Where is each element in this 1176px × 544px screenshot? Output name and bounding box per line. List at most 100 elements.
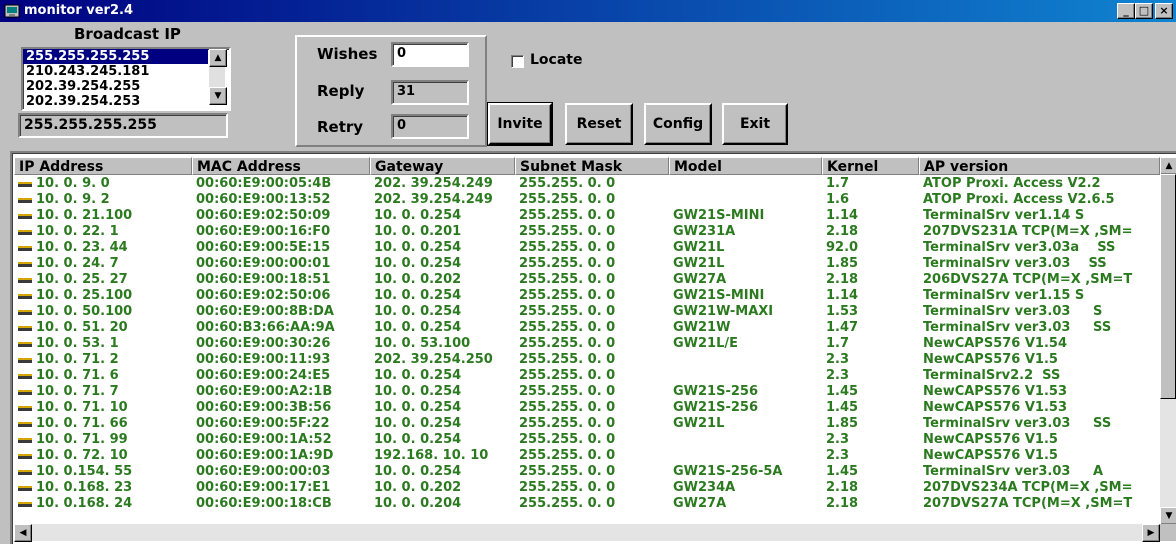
device-icon [18,262,32,267]
table-row[interactable]: 10. 0. 9. 0 00:60:E9:00:05:4B 202. 39.254.… [14,176,1160,192]
scroll-down-button[interactable]: ▼ [209,87,227,105]
invite-button[interactable]: Invite [487,102,553,146]
window-title: monitor ver2.4 [24,3,134,18]
table-row[interactable]: 10. 0. 53. 1 00:60:E9:00:30:26 10. 0. 53.1… [14,336,1160,352]
mac-address-cell: 00:60:E9:00:24:E5 [196,368,331,383]
table-row[interactable]: 10. 0. 71. 7 00:60:E9:00:A2:1B 10. 0. 0.25… [14,384,1160,400]
ip-address-cell: 10. 0. 71. 6 [36,368,119,383]
table-row[interactable]: 10. 0. 71. 6 00:60:E9:00:24:E5 10. 0. 0.25… [14,368,1160,384]
mac-address-cell: 00:60:E9:00:16:F0 [196,224,331,239]
ap-version-cell: 207DVS234A TCP(M=X ,SM= [923,480,1133,495]
ap-version-cell: ATOP Proxi. Access V2.2 [923,176,1101,191]
broadcast-ip-list[interactable]: 255.255.255.255 210.243.245.181 202.39.254… [21,47,231,111]
subnet-mask-cell: 255.255. 0. 0 [519,432,616,447]
ap-version-cell: ATOP Proxi. Access V2.6.5 [923,192,1115,207]
subnet-mask-cell: 255.255. 0. 0 [519,336,616,351]
kernel-cell: 2.3 [826,448,850,463]
table-row[interactable]: 10. 0.154. 55 00:60:E9:00:00:03 10. 0. 0.2… [14,464,1160,480]
table-row[interactable]: 10. 0. 72. 10 00:60:E9:00:1A:9D 192.168. 1… [14,448,1160,464]
subnet-mask-cell: 255.255. 0. 0 [519,368,616,383]
list-scroll-up-button[interactable]: ▲ [1160,157,1176,175]
gateway-cell: 202. 39.254.250 [374,352,493,367]
locate-label[interactable]: Locate [530,52,582,68]
broadcast-list-scrollbar[interactable]: ▲ ▼ [209,49,227,105]
minimize-button[interactable]: _ [1117,3,1135,19]
table-row[interactable]: 10. 0. 22. 1 00:60:E9:00:16:F0 10. 0. 0.20… [14,224,1160,240]
list-scroll-right-button[interactable]: ▶ [1142,524,1160,542]
table-row[interactable]: 10. 0. 25.100 00:60:E9:02:50:06 10. 0. 0.2… [14,288,1160,304]
table-row[interactable]: 10. 0. 24. 7 00:60:E9:00:00:01 10. 0. 0.25… [14,256,1160,272]
ap-version-cell: TerminalSrv ver1.15 S [923,288,1085,303]
ap-version-cell: TerminalSrv ver3.03a SS [923,240,1116,255]
table-row[interactable]: 10. 0.168. 23 00:60:E9:00:17:E1 10. 0. 0.2… [14,480,1160,496]
broadcast-ip-item[interactable]: 210.243.245.181 [23,64,208,79]
list-scroll-down-button[interactable]: ▼ [1160,507,1176,525]
table-row[interactable]: 10. 0. 71. 10 00:60:E9:00:3B:56 10. 0. 0.2… [14,400,1160,416]
mac-address-cell: 00:60:E9:00:00:03 [196,464,331,479]
subnet-mask-cell: 255.255. 0. 0 [519,448,616,463]
ip-address-cell: 10. 0.168. 24 [36,496,133,511]
model-cell: GW27A [673,496,727,511]
column-header-model[interactable]: Model [669,157,822,175]
mac-address-cell: 00:60:E9:00:05:4B [196,176,332,191]
kernel-cell: 1.45 [826,464,859,479]
column-header-ap-version[interactable]: AP version [919,157,1160,175]
wishes-field[interactable]: 0 [391,42,469,67]
table-row[interactable]: 10. 0. 50.100 00:60:E9:00:8B:DA 10. 0. 0.2… [14,304,1160,320]
kernel-cell: 1.45 [826,400,859,415]
column-header-kernel[interactable]: Kernel [822,157,919,175]
locate-checkbox[interactable] [511,55,524,68]
title-bar[interactable]: monitor ver2.4 _ □ × [0,0,1176,22]
table-row[interactable]: 10. 0. 21.100 00:60:E9:02:50:09 10. 0. 0.2… [14,208,1160,224]
column-header-ip[interactable]: IP Address [14,157,192,175]
broadcast-ip-item[interactable]: 202.39.254.253 [23,94,208,109]
broadcast-ip-item[interactable]: 202.39.254.255 [23,79,208,94]
broadcast-ip-item[interactable]: 255.255.255.255 [23,49,208,64]
gateway-cell: 202. 39.254.249 [374,192,493,207]
column-header-mac[interactable]: MAC Address [192,157,370,175]
ip-address-cell: 10. 0. 71. 66 [36,416,128,431]
ap-version-cell: NewCAPS576 V1.54 [923,336,1067,351]
device-icon [18,214,32,219]
size-grip[interactable] [1160,524,1176,541]
list-scroll-thumb[interactable] [1160,174,1176,399]
ip-address-cell: 10. 0. 71. 2 [36,352,119,367]
scroll-up-button[interactable]: ▲ [209,49,227,67]
ip-address-cell: 10. 0. 25.100 [36,288,133,303]
gateway-cell: 10. 0. 0.254 [374,416,462,431]
table-row[interactable]: 10. 0. 23. 44 00:60:E9:00:5E:15 10. 0. 0.2… [14,240,1160,256]
model-cell [673,368,822,384]
table-row[interactable]: 10. 0. 71. 2 00:60:E9:00:11:93 202. 39.254… [14,352,1160,368]
mac-address-cell: 00:60:E9:00:00:01 [196,256,331,271]
mac-address-cell: 00:60:E9:00:1A:52 [196,432,332,447]
table-row[interactable]: 10. 0. 71. 66 00:60:E9:00:5F:22 10. 0. 0.2… [14,416,1160,432]
subnet-mask-cell: 255.255. 0. 0 [519,416,616,431]
subnet-mask-cell: 255.255. 0. 0 [519,176,616,191]
model-cell [673,352,822,368]
ap-version-cell: NewCAPS576 V1.5 [923,352,1058,367]
close-button[interactable]: × [1155,3,1173,19]
mac-address-cell: 00:60:E9:00:A2:1B [196,384,333,399]
ip-address-cell: 10. 0. 9. 2 [36,192,110,207]
subnet-mask-cell: 255.255. 0. 0 [519,464,616,479]
ap-version-cell: 207DVS27A TCP(M=X ,SM=T [923,496,1133,511]
device-icon [18,326,32,331]
table-row[interactable]: 10. 0.168. 24 00:60:E9:00:18:CB 10. 0. 0.2… [14,496,1160,512]
config-button[interactable]: Config [644,103,712,145]
kernel-cell: 1.45 [826,384,859,399]
table-row[interactable]: 10. 0. 25. 27 00:60:E9:00:18:51 10. 0. 0.2… [14,272,1160,288]
list-vertical-scrollbar[interactable]: ▲ ▼ [1160,157,1176,541]
list-scroll-left-button[interactable]: ◀ [14,524,32,542]
table-row[interactable]: 10. 0. 51. 20 00:60:B3:66:AA:9A 10. 0. 0.2… [14,320,1160,336]
model-cell: GW21L [673,416,725,431]
exit-button[interactable]: Exit [722,103,788,145]
reset-button[interactable]: Reset [565,103,633,145]
model-cell [673,176,822,192]
column-header-subnet-mask[interactable]: Subnet Mask [515,157,669,175]
maximize-button[interactable]: □ [1135,3,1153,19]
table-row[interactable]: 10. 0. 9. 2 00:60:E9:00:13:52 202. 39.254.… [14,192,1160,208]
table-row[interactable]: 10. 0. 71. 99 00:60:E9:00:1A:52 10. 0. 0.2… [14,432,1160,448]
device-list-view[interactable]: IP Address MAC Address Gateway Subnet Ma… [10,151,1176,544]
column-header-gateway[interactable]: Gateway [370,157,515,175]
list-horizontal-scrollbar[interactable]: ◀ ▶ [14,524,1160,542]
